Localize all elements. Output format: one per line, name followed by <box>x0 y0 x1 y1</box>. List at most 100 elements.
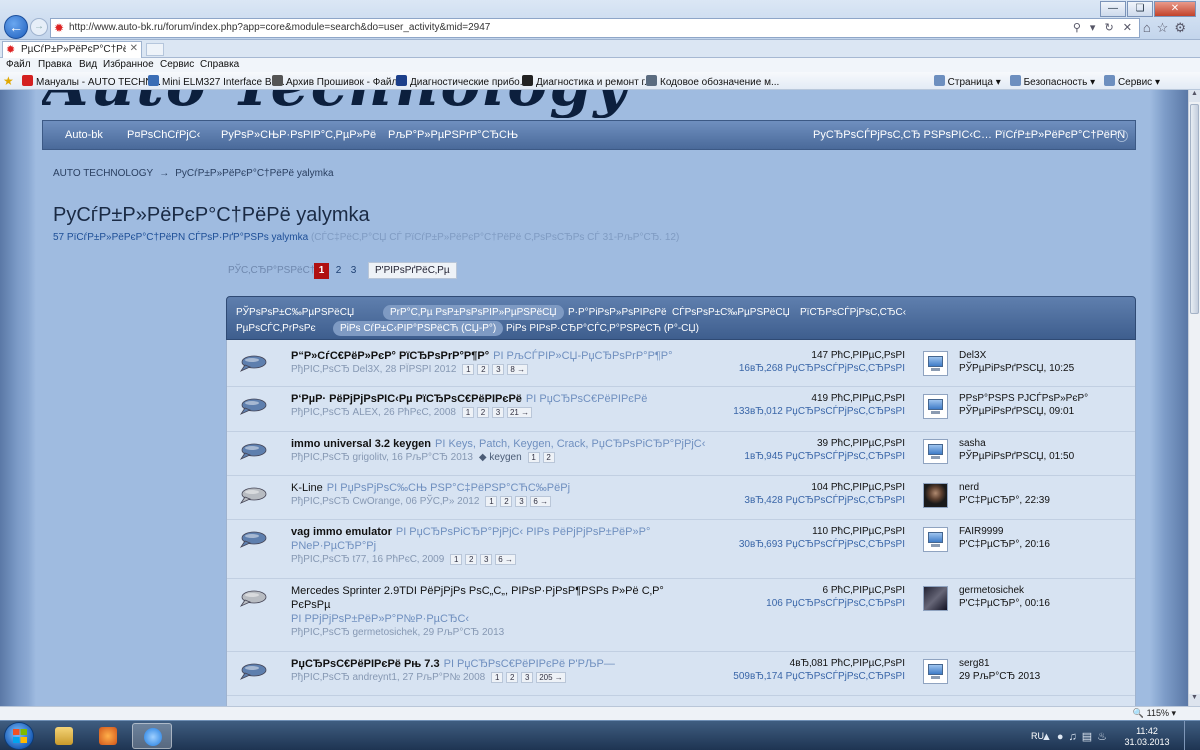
topic-title[interactable]: vag immo emulator PI PџCЂPsPiCЂP°PjPjC‹ P… <box>291 526 650 538</box>
tab-messages[interactable]: CЃPsPsP±C‰PµPSPёCЏ <box>665 305 797 320</box>
last-poster-avatar[interactable] <box>923 659 948 684</box>
tab-by-update-date[interactable]: PrP°C‚Pµ PsP±PsPsPIP»PµPSPёCЏ <box>383 305 564 320</box>
topic-page-link[interactable]: 2 <box>465 554 478 565</box>
topic-page-link[interactable]: 2 <box>476 407 489 418</box>
topic-page-link[interactable]: 2 <box>477 364 490 375</box>
last-poster-name[interactable]: Del3X <box>959 350 986 361</box>
topic-page-link[interactable]: 6 → <box>495 554 516 565</box>
topic-page-link[interactable]: 3 <box>491 407 504 418</box>
nav-auto-bk[interactable]: Auto-bk <box>65 129 103 141</box>
topic-status-icon[interactable] <box>239 662 267 680</box>
topic-title-text[interactable]: immo universal 3.2 keygen <box>291 438 431 450</box>
favorite-link[interactable]: Архив Прошивок - Файл... <box>272 75 406 88</box>
page-3-button[interactable]: 3 <box>346 263 361 279</box>
nav-new-posts[interactable]: PyCЂPsCЃPjPsC‚CЂ PSPsPIC‹C… PїCѓP±P»PёPє… <box>813 129 1125 141</box>
favorite-link[interactable]: Мануалы - AUTO TECHN... <box>22 75 161 88</box>
last-poster-avatar[interactable] <box>923 586 948 611</box>
topic-title[interactable]: P“P»CѓC€PёP»PєP° PїCЂPsPrP°P¶P° PI PљCЃPI… <box>291 350 673 362</box>
topic-page-link[interactable]: 8 → <box>507 364 529 375</box>
back-button[interactable]: ← <box>4 15 28 39</box>
tab-source[interactable]: PµPsCЃC‚PrPsPє <box>229 321 323 336</box>
topic-status-icon[interactable] <box>239 530 267 548</box>
breadcrumb-home[interactable]: AUTO TECHNOLOGY <box>53 168 153 179</box>
tab-views[interactable]: PїCЂPsCЃPjPsC‚CЂC‹ <box>793 305 913 320</box>
topic-page-link[interactable]: 1 <box>461 407 474 418</box>
last-post-time[interactable]: 29 PљP°CЂ 2013 <box>959 671 1040 682</box>
page-scrollbar[interactable]: ▲ ▼ <box>1188 90 1200 706</box>
taskbar-explorer[interactable] <box>44 723 84 749</box>
forward-button[interactable]: → <box>30 18 48 36</box>
topic-page-link[interactable]: 1 <box>462 364 475 375</box>
tab-ascending[interactable]: PiPs PIPsP·CЂP°CЃC‚P°PSPёCЋ (P°-CЏ) <box>499 321 706 336</box>
tab-posts[interactable]: РЎРѕРѕР±С‰РµРЅРёСЏ <box>229 305 361 320</box>
last-post-time[interactable]: P'C‡PµCЂP°, 22:39 <box>959 495 1050 506</box>
nav-users[interactable]: PyPsP»CЊP·PsPIP°C‚PµP»Pё <box>221 129 376 141</box>
topic-page-link[interactable]: 2 <box>506 672 519 683</box>
command-security[interactable]: Безопасность <box>1024 77 1088 88</box>
show-desktop-button[interactable] <box>1184 721 1194 750</box>
topic-forum-link[interactable]: PI PџPsPjPsC‰CЊ PSP°C‡PёPSP°CЋC‰PёPj <box>327 482 570 494</box>
menu-favorites[interactable]: Избранное <box>103 59 154 70</box>
topic-page-link[interactable]: 3 <box>480 554 493 565</box>
topic-page-link[interactable]: 1 <box>450 554 463 565</box>
topic-title-text[interactable]: PџCЂPsC€PёPIPєPё Pњ 7.3 <box>291 658 440 670</box>
topic-title[interactable]: immo universal 3.2 keygen PI Keys, Patch,… <box>291 438 705 450</box>
scroll-down-icon[interactable]: ▼ <box>1189 694 1200 706</box>
topic-page-link[interactable]: 1 <box>491 672 504 683</box>
topic-page-link[interactable]: 3 <box>492 364 505 375</box>
topic-page-link[interactable]: 21 → <box>506 407 533 418</box>
zoom-level[interactable]: 🔍 115% ▾ <box>1133 708 1176 719</box>
page-2-button[interactable]: 2 <box>331 263 346 279</box>
topic-page-link[interactable]: 1 <box>527 452 540 463</box>
restore-button[interactable]: ❏ <box>1127 1 1153 17</box>
menu-help[interactable]: Справка <box>200 59 239 70</box>
scroll-thumb[interactable] <box>1190 104 1199 314</box>
topic-forum-link[interactable]: PI PџCЂPsC€PёPIPєPё P'PЉP— <box>444 658 615 670</box>
pager-more-button[interactable]: Р'РІРѕРґРёС‚Рµ <box>368 262 457 279</box>
topic-status-icon[interactable] <box>239 397 267 415</box>
browser-tab[interactable]: ✹ PµCѓP±P»PёPєP°C†PёPё y... ✕ <box>2 41 142 58</box>
topic-title-line2[interactable]: PєPsPµ <box>291 599 330 611</box>
topic-title-text[interactable]: Mercedes Sprinter 2.9TDI PёPjPjPs PsC„C„… <box>291 585 664 597</box>
tab-descending[interactable]: PiPs CѓP±C‹PIP°PSPёCЋ (CЏ-P°) <box>333 321 504 336</box>
topic-page-link[interactable]: 1 <box>485 496 498 507</box>
close-tab-icon[interactable]: ✕ <box>130 43 138 54</box>
topic-page-link[interactable]: 6 → <box>530 496 552 507</box>
topic-forum-link[interactable]: PI Keys, Patch, Keygen, Crack, PџCЂPsPiC… <box>435 438 705 450</box>
favorite-link[interactable]: Кодовое обозначение м... <box>646 75 779 88</box>
minimize-button[interactable]: — <box>1100 1 1126 17</box>
topic-page-link[interactable]: 205 → <box>536 672 566 683</box>
command-page[interactable]: Страница <box>948 77 993 88</box>
last-poster-name[interactable]: nerd <box>959 482 979 493</box>
topic-status-icon[interactable] <box>239 442 267 460</box>
publication-count[interactable]: 57 PїCѓP±P»PёPєP°C†PёPN CЃPѕP·PґP°PSPs y… <box>53 232 308 243</box>
menu-view[interactable]: Вид <box>79 59 97 70</box>
clock-time[interactable]: 11:42 <box>1122 726 1172 736</box>
taskbar-media-player[interactable] <box>88 723 128 749</box>
address-url[interactable]: http://www.auto-bk.ru/forum/index.php?ap… <box>69 22 490 33</box>
last-post-time[interactable]: PЎPµPiPsPґPSCЏ, 09:01 <box>959 406 1074 417</box>
last-post-time[interactable]: PЎPµPiPsPґPSCЏ, 10:25 <box>959 363 1074 374</box>
favorite-link[interactable]: Mini ELM327 Interface Blu... <box>148 75 288 88</box>
address-controls-icon[interactable]: ⚲ ▾ ↻ ✕ <box>1073 21 1135 34</box>
topic-status-icon[interactable] <box>239 589 267 607</box>
topic-title-text[interactable]: vag immo emulator <box>291 526 392 538</box>
topic-title[interactable]: P‘PµP· PёPjPjPsPIC‹Pµ PїCЂPsC€PёPIPєPё PI… <box>291 393 647 405</box>
last-poster-name[interactable]: germetosichek <box>959 585 1024 596</box>
last-poster-name[interactable]: serg81 <box>959 658 990 669</box>
last-post-time[interactable]: P'C‡PµCЂP°, 00:16 <box>959 598 1050 609</box>
topic-title[interactable]: PџCЂPsC€PёPIPєPё Pњ 7.3 PI PџCЂPsC€PёPIPє… <box>291 658 615 670</box>
last-poster-name[interactable]: PPsP°PSPS PJCЃPsP»PєP° <box>959 393 1088 404</box>
last-poster-avatar[interactable] <box>923 394 948 419</box>
topic-title-text[interactable]: K-Line <box>291 482 323 494</box>
new-tab-button[interactable] <box>146 43 164 56</box>
site-logo[interactable]: Auto Technology <box>42 90 1136 118</box>
menu-edit[interactable]: Правка <box>38 59 72 70</box>
last-poster-avatar[interactable] <box>923 351 948 376</box>
favorite-link[interactable]: Диагностика и ремонт г... <box>522 75 652 88</box>
topic-tag[interactable]: keygen <box>489 452 521 463</box>
taskbar-internet-explorer[interactable] <box>132 723 172 749</box>
topic-forum-link[interactable]: PI PљCЃPIP»CЏ-PџCЂPsPrP°P¶P° <box>493 350 672 362</box>
topic-forum-link[interactable]: PI PџCЂPsPiCЂP°PjPjC‹ PIPs PёPjPjPsP±PёP… <box>396 526 651 538</box>
page-1-button[interactable]: 1 <box>314 263 329 279</box>
